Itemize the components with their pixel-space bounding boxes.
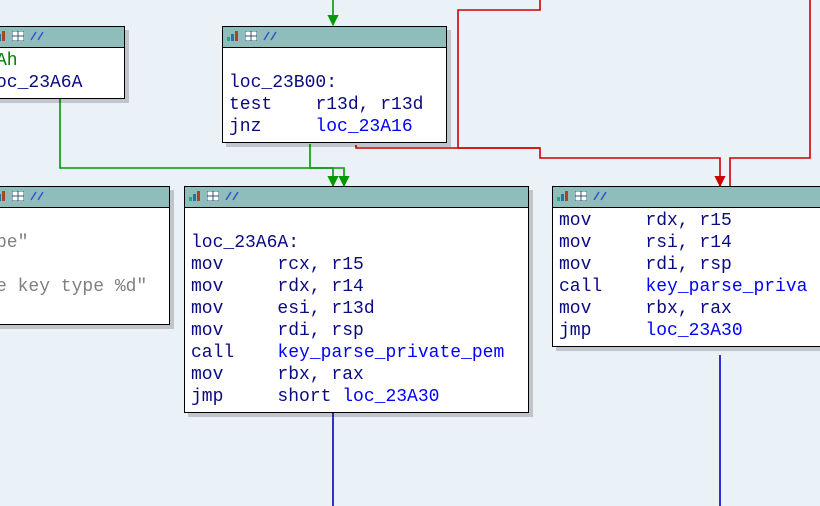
xref-icon [30,187,44,207]
bb-label: loc_23A6A: [191,233,299,253]
bb-node-loc-23A6A[interactable]: loc_23A6A: mov rcx, r15 mov rdx, r14 mov… [184,186,529,413]
asm-instruction: call key_parse_private_pem [191,343,504,363]
string-literal: e key type %d" [0,277,147,297]
bb-label: loc_23B00: [229,73,337,93]
jump-target[interactable]: loc_23A30 [645,321,742,341]
bb-body: Ah oc_23A6A [0,48,124,98]
literal-text: Ah [0,51,18,71]
xref-icon [225,187,239,207]
call-target[interactable]: key_parse_private_pem [277,343,504,363]
asm-instruction: mov rcx, r15 [191,255,364,275]
bb-node-right[interactable]: mov rdx, r15 mov rsi, r14 mov rdi, rsp c… [552,186,820,347]
bb-node-strings[interactable]: pe" e key type %d" [0,186,170,325]
xref-icon [30,27,44,47]
asm-instruction: test r13d, r13d [229,95,423,115]
asm-instruction: mov rsi, r14 [559,233,732,253]
asm-instruction: mov rbx, rax [559,299,732,319]
chart-icon [0,27,6,47]
table-icon [12,27,24,47]
bb-titlebar [553,187,820,208]
bb-titlebar [0,27,124,48]
chart-icon [189,187,201,207]
bb-label: oc_23A6A [0,73,82,93]
asm-instruction: mov rdi, rsp [191,321,364,341]
chart-icon [227,27,239,47]
asm-instruction: jnz loc_23A16 [229,117,413,137]
asm-instruction: mov esi, r13d [191,299,375,319]
jump-target[interactable]: loc_23A16 [315,117,412,137]
bb-titlebar [185,187,528,208]
xref-icon [263,27,277,47]
asm-instruction: mov rdx, r15 [559,211,732,231]
bb-body: loc_23A6A: mov rcx, r15 mov rdx, r14 mov… [185,208,528,412]
table-icon [207,187,219,207]
bb-titlebar [223,27,446,48]
asm-instruction: jmp short loc_23A30 [191,387,439,407]
table-icon [12,187,24,207]
bb-body: pe" e key type %d" [0,208,169,324]
table-icon [245,27,257,47]
bb-titlebar [0,187,169,208]
call-target[interactable]: key_parse_priva [645,277,807,297]
asm-instruction: mov rbx, rax [191,365,364,385]
asm-instruction: jmp loc_23A30 [559,321,743,341]
chart-icon [0,187,6,207]
chart-icon [557,187,569,207]
bb-body: mov rdx, r15 mov rsi, r14 mov rdi, rsp c… [553,208,820,346]
table-icon [575,187,587,207]
jump-target[interactable]: loc_23A30 [342,387,439,407]
asm-instruction: call key_parse_priva [559,277,807,297]
bb-node-partial-left[interactable]: Ah oc_23A6A [0,26,125,99]
string-literal: pe" [0,233,28,253]
bb-node-loc-23B00[interactable]: loc_23B00: test r13d, r13d jnz loc_23A16 [222,26,447,143]
asm-instruction: mov rdx, r14 [191,277,364,297]
asm-instruction: mov rdi, rsp [559,255,732,275]
bb-body: loc_23B00: test r13d, r13d jnz loc_23A16 [223,48,446,142]
xref-icon [593,187,607,207]
